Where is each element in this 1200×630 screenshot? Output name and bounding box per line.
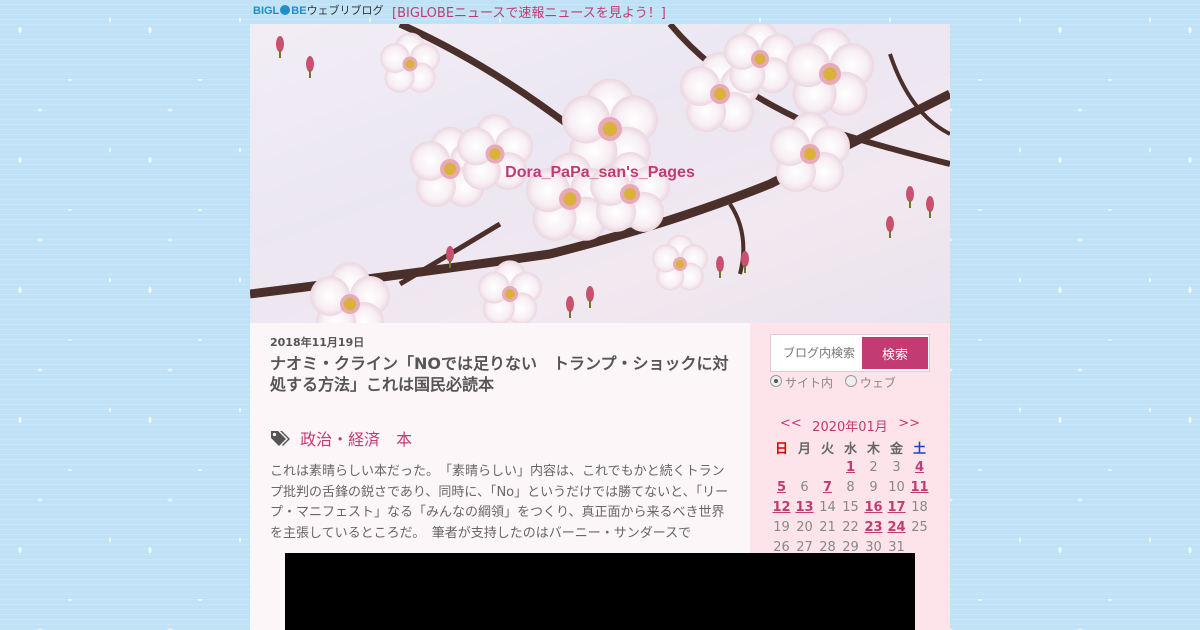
calendar-day-cell: 14 <box>819 499 836 515</box>
calendar-day-cell[interactable]: 16 <box>862 497 885 517</box>
calendar-day-link[interactable]: 24 <box>887 520 905 535</box>
calendar-table: 日 月 火 水 木 金 土 1 2 3 4 5 6 7 8 9 10 11 12 13 14 15 16 17 1… <box>770 437 931 557</box>
weekday-mon: 月 <box>797 441 811 457</box>
calendar-day-cell[interactable]: 24 <box>885 517 908 537</box>
calendar-day-cell <box>793 457 816 477</box>
calendar-day-cell: 10 <box>888 479 905 495</box>
calendar-weekday-row: 日 月 火 水 木 金 土 <box>770 437 931 457</box>
radio-site-label[interactable]: サイト内 <box>785 376 833 390</box>
calendar-week-row: 5 6 7 8 9 10 11 <box>770 477 931 497</box>
calendar-day-cell[interactable]: 12 <box>770 497 793 517</box>
calendar-day-link[interactable]: 7 <box>823 480 832 495</box>
calendar-day-cell[interactable]: 1 <box>839 457 862 477</box>
logo-text-part3: ウェブリブログ <box>306 5 384 17</box>
weekday-sat: 土 <box>912 441 926 457</box>
calendar-day-cell: 22 <box>842 519 859 535</box>
weekday-fri: 金 <box>889 441 903 457</box>
calendar-day-cell: 25 <box>911 519 928 535</box>
calendar-day-cell <box>770 457 793 477</box>
calendar-nav: 2020年01月 << >> <box>770 413 930 435</box>
tag-link-politics-economy[interactable]: 政治・経済 <box>300 430 380 449</box>
calendar-week-row: 1234 <box>770 457 931 477</box>
weekday-thu: 木 <box>866 441 880 457</box>
post-title[interactable]: ナオミ・クライン「NOでは足りない トランプ・ショックに対処する方法」これは国民… <box>270 353 730 395</box>
calendar-day-cell[interactable]: 7 <box>816 477 839 497</box>
calendar-day-link[interactable]: 17 <box>887 500 905 515</box>
calendar-day-cell[interactable]: 4 <box>908 457 931 477</box>
radio-web-label[interactable]: ウェブ <box>860 376 896 390</box>
calendar-day-cell: 9 <box>869 479 878 495</box>
calendar-day-cell[interactable]: 5 <box>770 477 793 497</box>
biglobe-logo[interactable]: BIGL BEウェブリブログ <box>253 3 384 19</box>
calendar-day-link[interactable]: 4 <box>915 460 924 475</box>
calendar-prev-link[interactable]: << <box>780 416 802 431</box>
calendar-day-cell: 6 <box>800 479 809 495</box>
calendar-day-cell: 20 <box>796 519 813 535</box>
calendar-day-cell[interactable]: 17 <box>885 497 908 517</box>
weekday-wed: 水 <box>843 441 857 457</box>
tags-icon <box>270 430 291 451</box>
calendar-day-cell[interactable]: 23 <box>862 517 885 537</box>
calendar-day-link[interactable]: 13 <box>795 500 813 515</box>
post-date: 2018年11月19日 <box>270 336 365 349</box>
calendar-day-link[interactable]: 5 <box>777 480 786 495</box>
logo-text-part1: BIGL <box>253 5 280 17</box>
calendar-week-row: 19 20 21 22 23 24 25 <box>770 517 931 537</box>
radio-web[interactable] <box>844 375 857 387</box>
calendar-days: 1 2 3 4 5 6 7 8 9 10 11 12 13 14 15 16 17 18 19 20 21 22 23 24 2… <box>770 457 931 557</box>
calendar-day-link[interactable]: 16 <box>864 500 882 515</box>
calendar-day-link[interactable]: 11 <box>910 480 928 495</box>
calendar-day-cell <box>816 457 839 477</box>
calendar-day-cell: 19 <box>773 519 790 535</box>
calendar-day-cell: 18 <box>911 499 928 515</box>
calendar-day-cell: 15 <box>842 499 859 515</box>
calendar-day-link[interactable]: 23 <box>864 520 882 535</box>
search-box: 検索 <box>770 334 930 372</box>
radio-site[interactable] <box>770 375 782 387</box>
search-scope-options: サイト内 ウェブ <box>770 374 904 391</box>
calendar-day-cell: 21 <box>819 519 836 535</box>
calendar-day-link[interactable]: 1 <box>846 460 855 475</box>
weekday-tue: 火 <box>820 441 834 457</box>
calendar-day-cell: 3 <box>892 459 901 475</box>
calendar-next-link[interactable]: >> <box>898 416 920 431</box>
calendar-day-cell: 8 <box>846 479 855 495</box>
calendar-day-cell[interactable]: 13 <box>793 497 816 517</box>
globe-icon <box>280 5 291 15</box>
blog-search-input[interactable] <box>771 335 859 371</box>
top-bar: BIGL BEウェブリブログ [BIGLOBEニュースで速報ニュースを見よう！] <box>250 0 950 24</box>
header-image: Dora_PaPa_san's_Pages <box>250 24 950 323</box>
calendar: 2020年01月 << >> 日 月 火 水 木 金 土 1 2 3 4 5 6 7 8 9 10… <box>770 413 930 557</box>
biglobe-news-link[interactable]: [BIGLOBEニュースで速報ニュースを見よう！] <box>392 2 666 21</box>
logo-text-part2: BE <box>291 5 307 17</box>
calendar-week-row: 12 13 14 15 16 17 18 <box>770 497 931 517</box>
search-button[interactable]: 検索 <box>862 337 928 369</box>
site-title[interactable]: Dora_PaPa_san's_Pages <box>250 164 950 182</box>
tag-link-books[interactable]: 本 <box>396 430 412 449</box>
black-overlay-box <box>285 553 915 630</box>
calendar-day-cell[interactable]: 11 <box>908 477 931 497</box>
calendar-day-link[interactable]: 12 <box>772 500 790 515</box>
calendar-day-cell: 2 <box>869 459 878 475</box>
post-tags: 政治・経済 本 <box>270 426 412 451</box>
weekday-sun: 日 <box>774 441 788 457</box>
